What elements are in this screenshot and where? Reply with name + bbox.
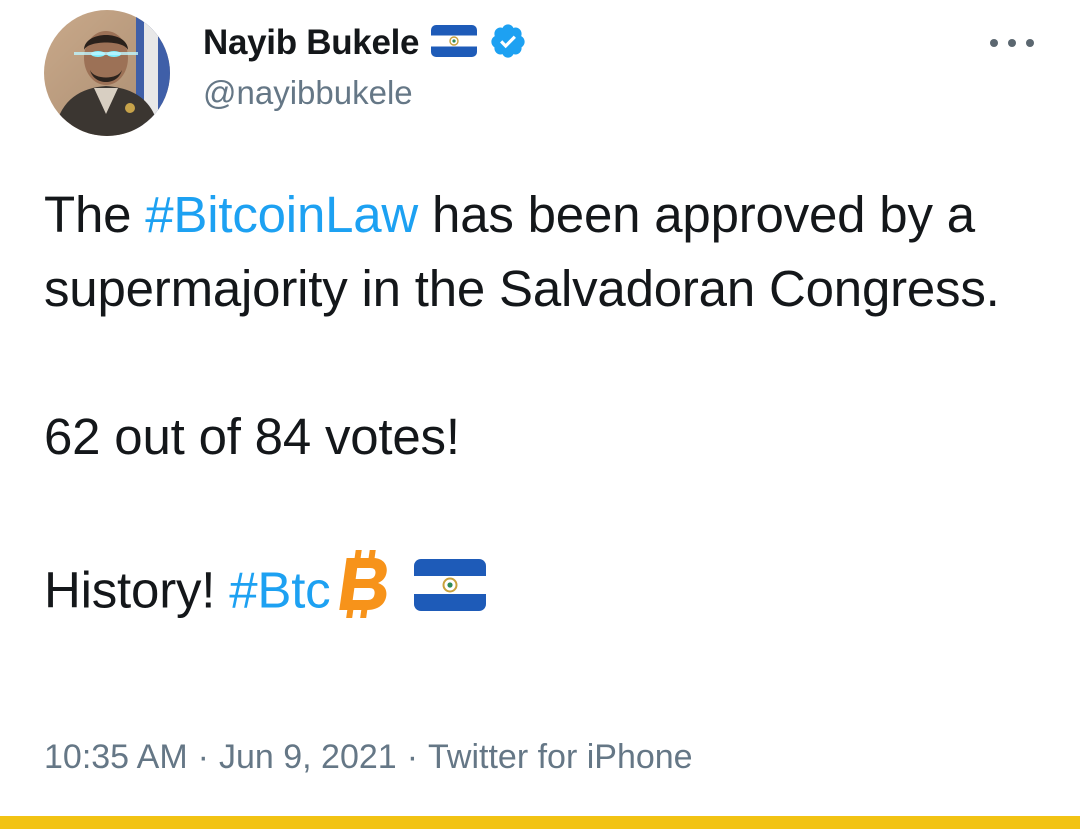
tweet-paragraph-1: The #BitcoinLaw has been approved by a s… xyxy=(44,178,1044,326)
tweet-paragraph-history: History! #Btc xyxy=(44,548,1044,640)
more-dot-icon xyxy=(1026,39,1034,47)
more-options-button[interactable] xyxy=(990,30,1034,56)
hashtag-btc-link[interactable]: #Btc xyxy=(229,561,330,618)
author-handle[interactable]: @nayibbukele xyxy=(203,74,413,112)
more-dot-icon xyxy=(1008,39,1016,47)
tweet-paragraph-votes: 62 out of 84 votes! xyxy=(44,408,460,465)
avatar-photo xyxy=(44,10,170,136)
avatar[interactable] xyxy=(44,10,170,136)
author-display-name[interactable]: Nayib Bukele xyxy=(203,23,420,63)
el-salvador-flag-icon xyxy=(414,557,487,631)
verified-badge-icon xyxy=(489,22,527,65)
tweet-text-the: The xyxy=(44,186,132,243)
tweet-source-link[interactable]: Twitter for iPhone xyxy=(428,738,693,776)
bottom-accent-bar xyxy=(0,816,1080,829)
author-name-row: Nayib Bukele xyxy=(203,18,527,68)
bitcoin-symbol-icon xyxy=(334,548,392,640)
tweet-time[interactable]: 10:35 AM xyxy=(44,738,188,776)
tweet-date[interactable]: Jun 9, 2021 xyxy=(219,738,397,776)
tweet-text: The #BitcoinLaw has been approved by a s… xyxy=(44,178,1044,640)
more-dot-icon xyxy=(990,39,998,47)
meta-separator: · xyxy=(197,738,209,776)
hashtag-bitcoinlaw-link[interactable]: #BitcoinLaw xyxy=(145,186,418,243)
tweet-metadata: 10:35 AM · Jun 9, 2021 · Twitter for iPhone xyxy=(44,738,693,777)
meta-separator: · xyxy=(406,738,419,776)
el-salvador-flag-icon xyxy=(431,24,478,62)
tweet-text-history: History! xyxy=(44,561,216,619)
tweet-card: Nayib Bukele @nayibbukele The #BitcoinLa… xyxy=(0,0,1080,829)
